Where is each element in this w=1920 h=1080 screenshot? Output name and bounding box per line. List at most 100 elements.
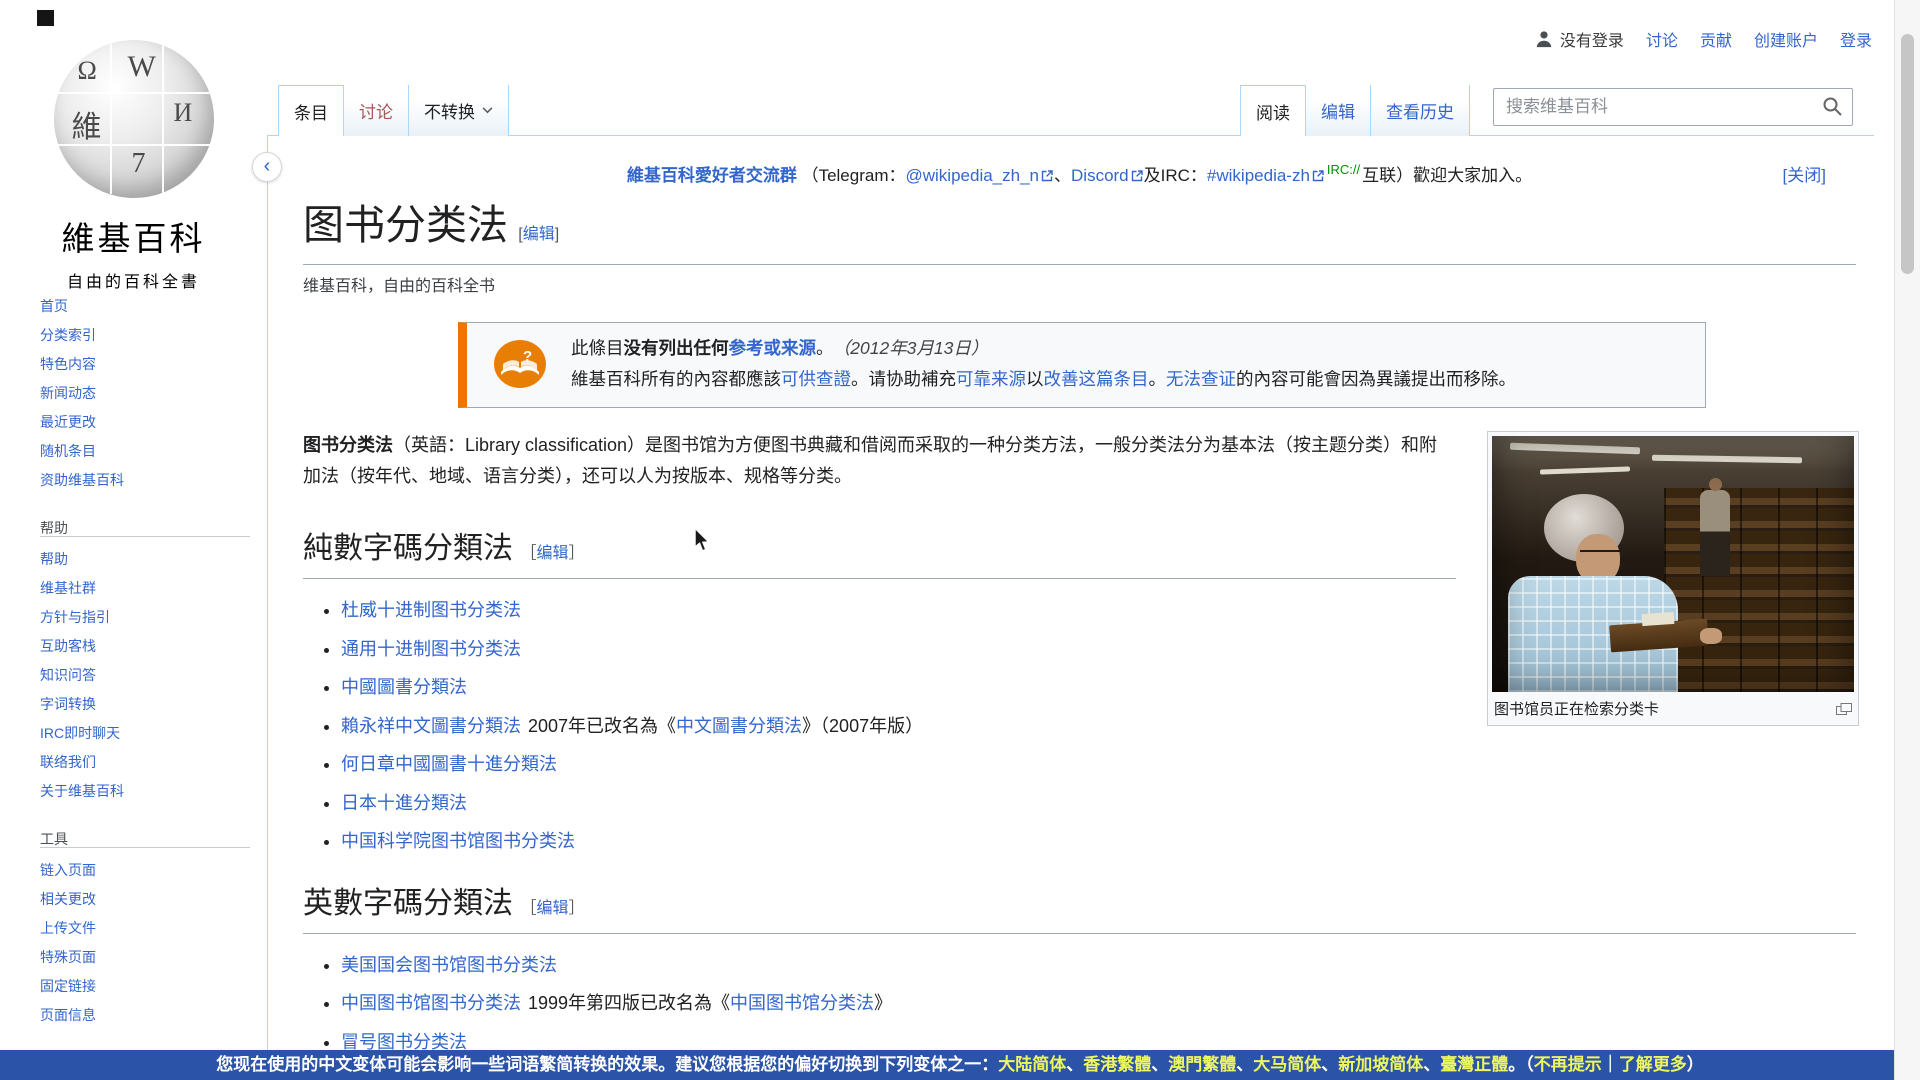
sitenotice: 維基百科愛好者交流群 （Telegram：@wikipedia_zh_n、Dis… xyxy=(303,136,1856,186)
svg-text:?: ? xyxy=(523,348,532,365)
link-chinese-classification[interactable]: 中國圖書分類法 xyxy=(341,677,467,697)
sidebar-item-village-pump[interactable]: 互助客栈 xyxy=(40,638,96,654)
article-image[interactable] xyxy=(1492,436,1854,692)
external-link-icon xyxy=(1131,170,1143,182)
sidebar-item-news[interactable]: 新闻动态 xyxy=(40,385,96,401)
tab-edit[interactable]: 编辑 xyxy=(1306,85,1371,136)
sidebar-header-help: 帮助 xyxy=(40,519,250,537)
section-heading-alphanumeric: 英數字碼分類法 ［编辑］ xyxy=(303,885,1856,934)
telegram-link[interactable]: @wikipedia_zh_n xyxy=(906,166,1040,185)
sidebar-item-category-index[interactable]: 分类索引 xyxy=(40,327,96,343)
variant-link-tw[interactable]: 臺灣正體 xyxy=(1440,1055,1508,1074)
logo-tagline: 自由的百科全書 xyxy=(0,268,267,292)
sidebar-item-reference-desk[interactable]: 知识问答 xyxy=(40,667,96,683)
contributions-link[interactable]: 贡献 xyxy=(1700,27,1732,51)
link-dewey[interactable]: 杜威十进制图书分类法 xyxy=(341,600,521,620)
sidebar-nav-group: 首页 分类索引 特色内容 新闻动态 最近更改 随机条目 资助维基百科 xyxy=(40,292,250,495)
edit-section-link[interactable]: 编辑 xyxy=(537,900,569,917)
create-account-link[interactable]: 创建账户 xyxy=(1754,27,1818,51)
sidebar-item-related-changes[interactable]: 相关更改 xyxy=(40,891,96,907)
sidebar: 首页 分类索引 特色内容 新闻动态 最近更改 随机条目 资助维基百科 帮助 帮助… xyxy=(40,292,250,1030)
tab-read[interactable]: 阅读 xyxy=(1240,85,1306,136)
sidebar-item-irc-chat[interactable]: IRC即时聊天 xyxy=(40,725,120,741)
improve-article-link[interactable]: 改善这篇条目 xyxy=(1044,369,1149,389)
login-status-label: 没有登录 xyxy=(1560,27,1624,51)
discord-link[interactable]: Discord xyxy=(1071,166,1129,185)
sidebar-item-about[interactable]: 关于维基百科 xyxy=(40,783,124,799)
sidebar-item-policies[interactable]: 方针与指引 xyxy=(40,609,110,625)
sidebar-item-contact[interactable]: 联络我们 xyxy=(40,754,96,770)
variant-dropdown[interactable]: 不转换 xyxy=(409,85,509,136)
edit-title-link[interactable]: 编辑 xyxy=(523,226,555,243)
search-icon[interactable] xyxy=(1822,96,1843,117)
search-input[interactable] xyxy=(1493,88,1853,126)
variant-link-mo[interactable]: 澳門繁體 xyxy=(1168,1055,1236,1074)
sidebar-header-tools: 工具 xyxy=(40,830,250,848)
unverifiable-link[interactable]: 无法查证 xyxy=(1166,369,1236,389)
sidebar-item-whatlinkshere[interactable]: 链入页面 xyxy=(40,862,96,878)
login-link[interactable]: 登录 xyxy=(1840,27,1872,51)
list-item: 美国国会图书馆图书分类法 xyxy=(341,946,1856,985)
link-nippon-decimal[interactable]: 日本十進分類法 xyxy=(341,793,467,813)
sidebar-item-featured[interactable]: 特色内容 xyxy=(40,356,96,372)
user-talk-link[interactable]: 讨论 xyxy=(1646,27,1678,51)
sidebar-item-variant-conversion[interactable]: 字词转换 xyxy=(40,696,96,712)
list-item: 中国图书馆图书分类法1999年第四版已改名為《中国图书馆分类法》 xyxy=(341,984,1856,1023)
variant-link-hk[interactable]: 香港繁體 xyxy=(1083,1055,1151,1074)
variant-link-sg[interactable]: 新加坡简体 xyxy=(1338,1055,1423,1074)
qq-group-link[interactable]: 維基百科愛好者交流群 xyxy=(627,166,797,185)
notice-text: 此條目没有列出任何参考或来源。（2012年3月13日） 維基百科所有的內容都應該… xyxy=(571,333,1516,395)
scrollbar-thumb[interactable] xyxy=(1901,34,1914,274)
sidebar-item-special-pages[interactable]: 特殊页面 xyxy=(40,949,96,965)
alphanumeric-classification-list: 美国国会图书馆图书分类法 中国图书馆图书分类法1999年第四版已改名為《中国图书… xyxy=(341,946,1856,1062)
wikipedia-logo[interactable]: ΩWИ維7 維基百科 自由的百科全書 xyxy=(0,40,267,292)
link-loc-classification[interactable]: 美国国会图书馆图书分类法 xyxy=(341,955,557,975)
tab-article[interactable]: 条目 xyxy=(278,85,344,136)
reliable-sources-link[interactable]: 可靠来源 xyxy=(956,369,1026,389)
variant-link-my[interactable]: 大马简体 xyxy=(1253,1055,1321,1074)
sidebar-item-permalink[interactable]: 固定链接 xyxy=(40,978,96,994)
variant-dismiss-link[interactable]: 不再提示 xyxy=(1534,1055,1602,1074)
link-he-rizhang[interactable]: 何日章中國圖書十進分類法 xyxy=(341,754,557,774)
title-edit-section: [编辑] xyxy=(518,226,559,243)
link-cas-library[interactable]: 中国科学院图书馆图书分类法 xyxy=(341,831,575,851)
tab-talk[interactable]: 讨论 xyxy=(344,85,409,136)
notice-date: （2012年3月13日） xyxy=(842,338,989,358)
search-box xyxy=(1493,88,1853,126)
section-heading-numeric: 純數字碼分類法 ［编辑］ xyxy=(303,530,1456,579)
sidebar-item-random[interactable]: 随机条目 xyxy=(40,443,96,459)
sidebar-item-recent-changes[interactable]: 最近更改 xyxy=(40,414,96,430)
article-subject: 图书分类法 xyxy=(303,435,393,455)
sidebar-collapse-button[interactable]: ‹ xyxy=(252,152,282,182)
link-chinese-library-classification[interactable]: 中国图书馆分类法 xyxy=(730,993,874,1013)
verifiability-link[interactable]: 可供查證 xyxy=(781,369,851,389)
no-references-notice: ? 此條目没有列出任何参考或来源。（2012年3月13日） 維基百科所有的內容都… xyxy=(458,322,1706,408)
irc-channel-link[interactable]: #wikipedia-zh xyxy=(1207,166,1310,185)
references-link[interactable]: 参考或来源 xyxy=(729,338,817,358)
page-title: 图书分类法 [编辑] xyxy=(303,202,1856,265)
link-udc[interactable]: 通用十进制图书分类法 xyxy=(341,639,521,659)
tab-history[interactable]: 查看历史 xyxy=(1371,85,1470,136)
variant-link-cn[interactable]: 大陆简体 xyxy=(998,1055,1066,1074)
sidebar-item-page-info[interactable]: 页面信息 xyxy=(40,1007,96,1023)
variant-learn-more-link[interactable]: 了解更多 xyxy=(1619,1055,1687,1074)
enlarge-icon[interactable] xyxy=(1836,703,1852,715)
sidebar-item-upload[interactable]: 上传文件 xyxy=(40,920,96,936)
link-new-chinese-classification[interactable]: 中文圖書分類法 xyxy=(676,716,802,736)
sidebar-help-group: 帮助 维基社群 方针与指引 互助客栈 知识问答 字词转换 IRC即时聊天 联络我… xyxy=(40,545,250,806)
sidebar-item-help[interactable]: 帮助 xyxy=(40,551,68,567)
edit-section-link[interactable]: 编辑 xyxy=(537,545,569,562)
list-item: 日本十進分類法 xyxy=(341,784,1856,823)
link-lai-yongxiang[interactable]: 賴永祥中文圖書分類法 xyxy=(341,716,521,736)
link-colon-classification[interactable]: 冒号图书分类法 xyxy=(341,1032,467,1052)
variant-conversion-banner: 您现在使用的中文变体可能会影响一些词语繁简转换的效果。建议您根据您的偏好切换到下… xyxy=(0,1050,1920,1080)
sidebar-tools-group: 链入页面 相关更改 上传文件 特殊页面 固定链接 页面信息 xyxy=(40,856,250,1030)
link-chinese-library-classification-old[interactable]: 中国图书馆图书分类法 xyxy=(341,993,521,1013)
scrollbar-track[interactable] xyxy=(1894,0,1920,1080)
logo-wordmark: 維基百科 xyxy=(0,212,267,260)
content-area: 維基百科愛好者交流群 （Telegram：@wikipedia_zh_n、Dis… xyxy=(267,135,1874,1050)
sidebar-item-community[interactable]: 维基社群 xyxy=(40,580,96,596)
sidebar-item-mainpage[interactable]: 首页 xyxy=(40,298,68,314)
sitenotice-close-link[interactable]: [关闭] xyxy=(1783,161,1826,186)
sidebar-item-donate[interactable]: 资助维基百科 xyxy=(40,472,124,488)
